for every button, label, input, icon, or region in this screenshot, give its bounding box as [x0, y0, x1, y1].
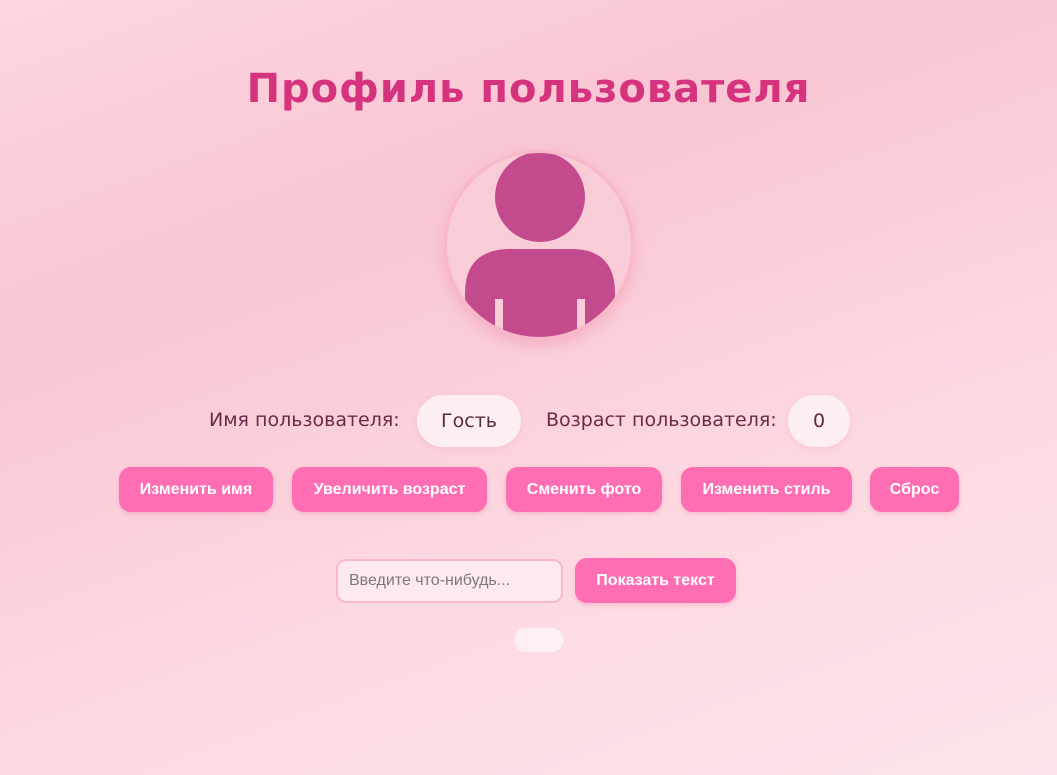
- profile-page: Профиль пользователя Имя пользователя: Г…: [0, 0, 1057, 775]
- change-style-button[interactable]: Изменить стиль: [681, 467, 852, 512]
- username-value: Гость: [417, 395, 521, 447]
- user-info-row: Имя пользователя: Гость Возраст пользова…: [0, 395, 1057, 447]
- page-title: Профиль пользователя: [246, 66, 811, 112]
- output-text: [514, 628, 564, 652]
- age-label: Возраст пользователя:: [546, 409, 777, 431]
- avatar: [444, 150, 634, 340]
- reset-button[interactable]: Сброс: [870, 467, 959, 512]
- username-label: Имя пользователя:: [209, 409, 400, 431]
- show-text-button[interactable]: Показать текст: [575, 558, 736, 603]
- age-value: 0: [788, 395, 850, 447]
- increase-age-button[interactable]: Увеличить возраст: [292, 467, 487, 512]
- user-silhouette-icon: [465, 153, 615, 337]
- text-input[interactable]: [336, 559, 563, 603]
- change-photo-button[interactable]: Сменить фото: [506, 467, 662, 512]
- change-name-button[interactable]: Изменить имя: [119, 467, 273, 512]
